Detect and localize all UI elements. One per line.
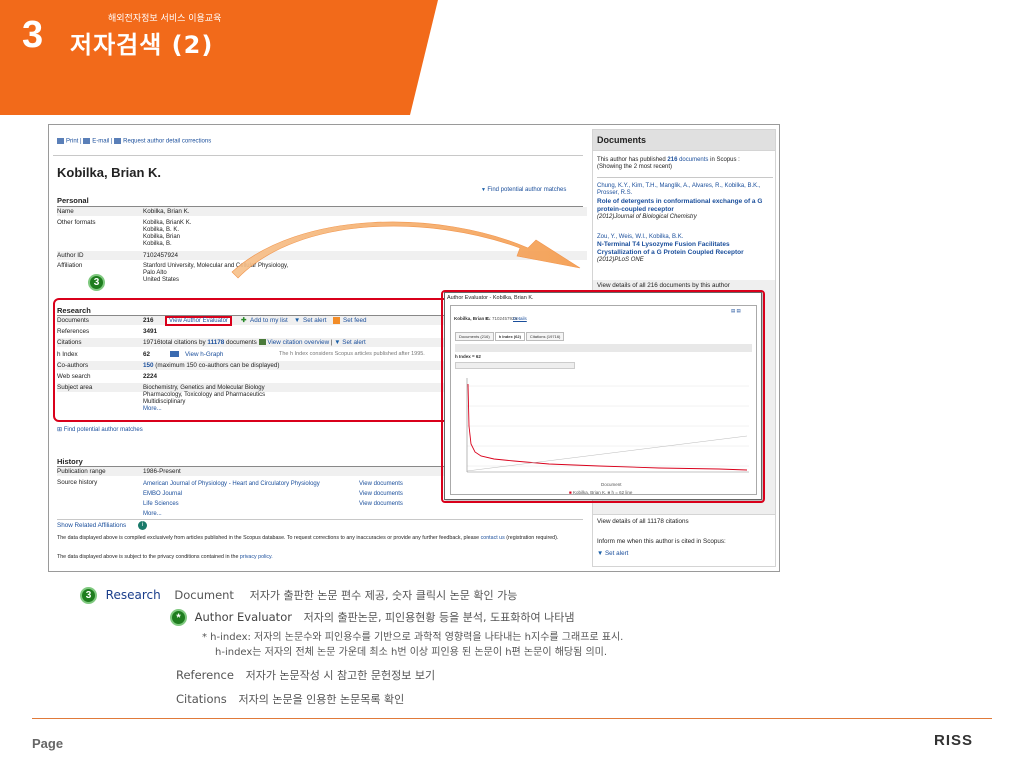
citations-label: Citations xyxy=(176,692,227,706)
step-marker: 3 xyxy=(80,587,97,604)
reference-label: Reference xyxy=(176,668,234,682)
riss-logo: RISS xyxy=(934,732,974,749)
evaluator-explanation: * Author Evaluator 저자의 출판논문, 피인용현황 등을 분석… xyxy=(170,609,574,626)
page-label: Page xyxy=(32,736,64,751)
hindex-note-line1: * h-index: 저자의 논문수와 피인용수를 기반으로 과학적 영향력을 … xyxy=(202,632,624,643)
slide: 3 해외전자정보 서비스 이용교육 저자검색 (2) Print | E-mai… xyxy=(0,0,1024,768)
research-explanation: 3 Research Document 저자가 출판한 논문 편수 제공, 숫자… xyxy=(80,587,517,604)
document-text: 저자가 출판한 논문 편수 제공, 숫자 클릭시 논문 확인 가능 xyxy=(249,589,518,602)
popup-highlight-box xyxy=(441,290,765,503)
reference-explanation: Reference 저자가 논문작성 시 참고한 문헌정보 보기 xyxy=(176,667,435,683)
research-label: Research xyxy=(105,588,161,602)
citations-text: 저자의 논문을 인용한 논문목록 확인 xyxy=(238,693,405,706)
evaluator-text: 저자의 출판논문, 피인용현황 등을 분석, 도표화하여 나타냄 xyxy=(303,611,575,624)
footer-divider xyxy=(32,718,992,719)
reference-text: 저자가 논문작성 시 참고한 문헌정보 보기 xyxy=(245,669,436,682)
citations-explanation: Citations 저자의 논문을 인용한 논문목록 확인 xyxy=(176,691,404,707)
hindex-note-line2: h-index는 저자의 전체 논문 가운데 최소 h번 이상 피인용 된 논문… xyxy=(215,647,608,658)
star-marker: * xyxy=(170,609,187,626)
document-label: Document xyxy=(174,588,234,602)
evaluator-label: Author Evaluator xyxy=(194,610,292,624)
